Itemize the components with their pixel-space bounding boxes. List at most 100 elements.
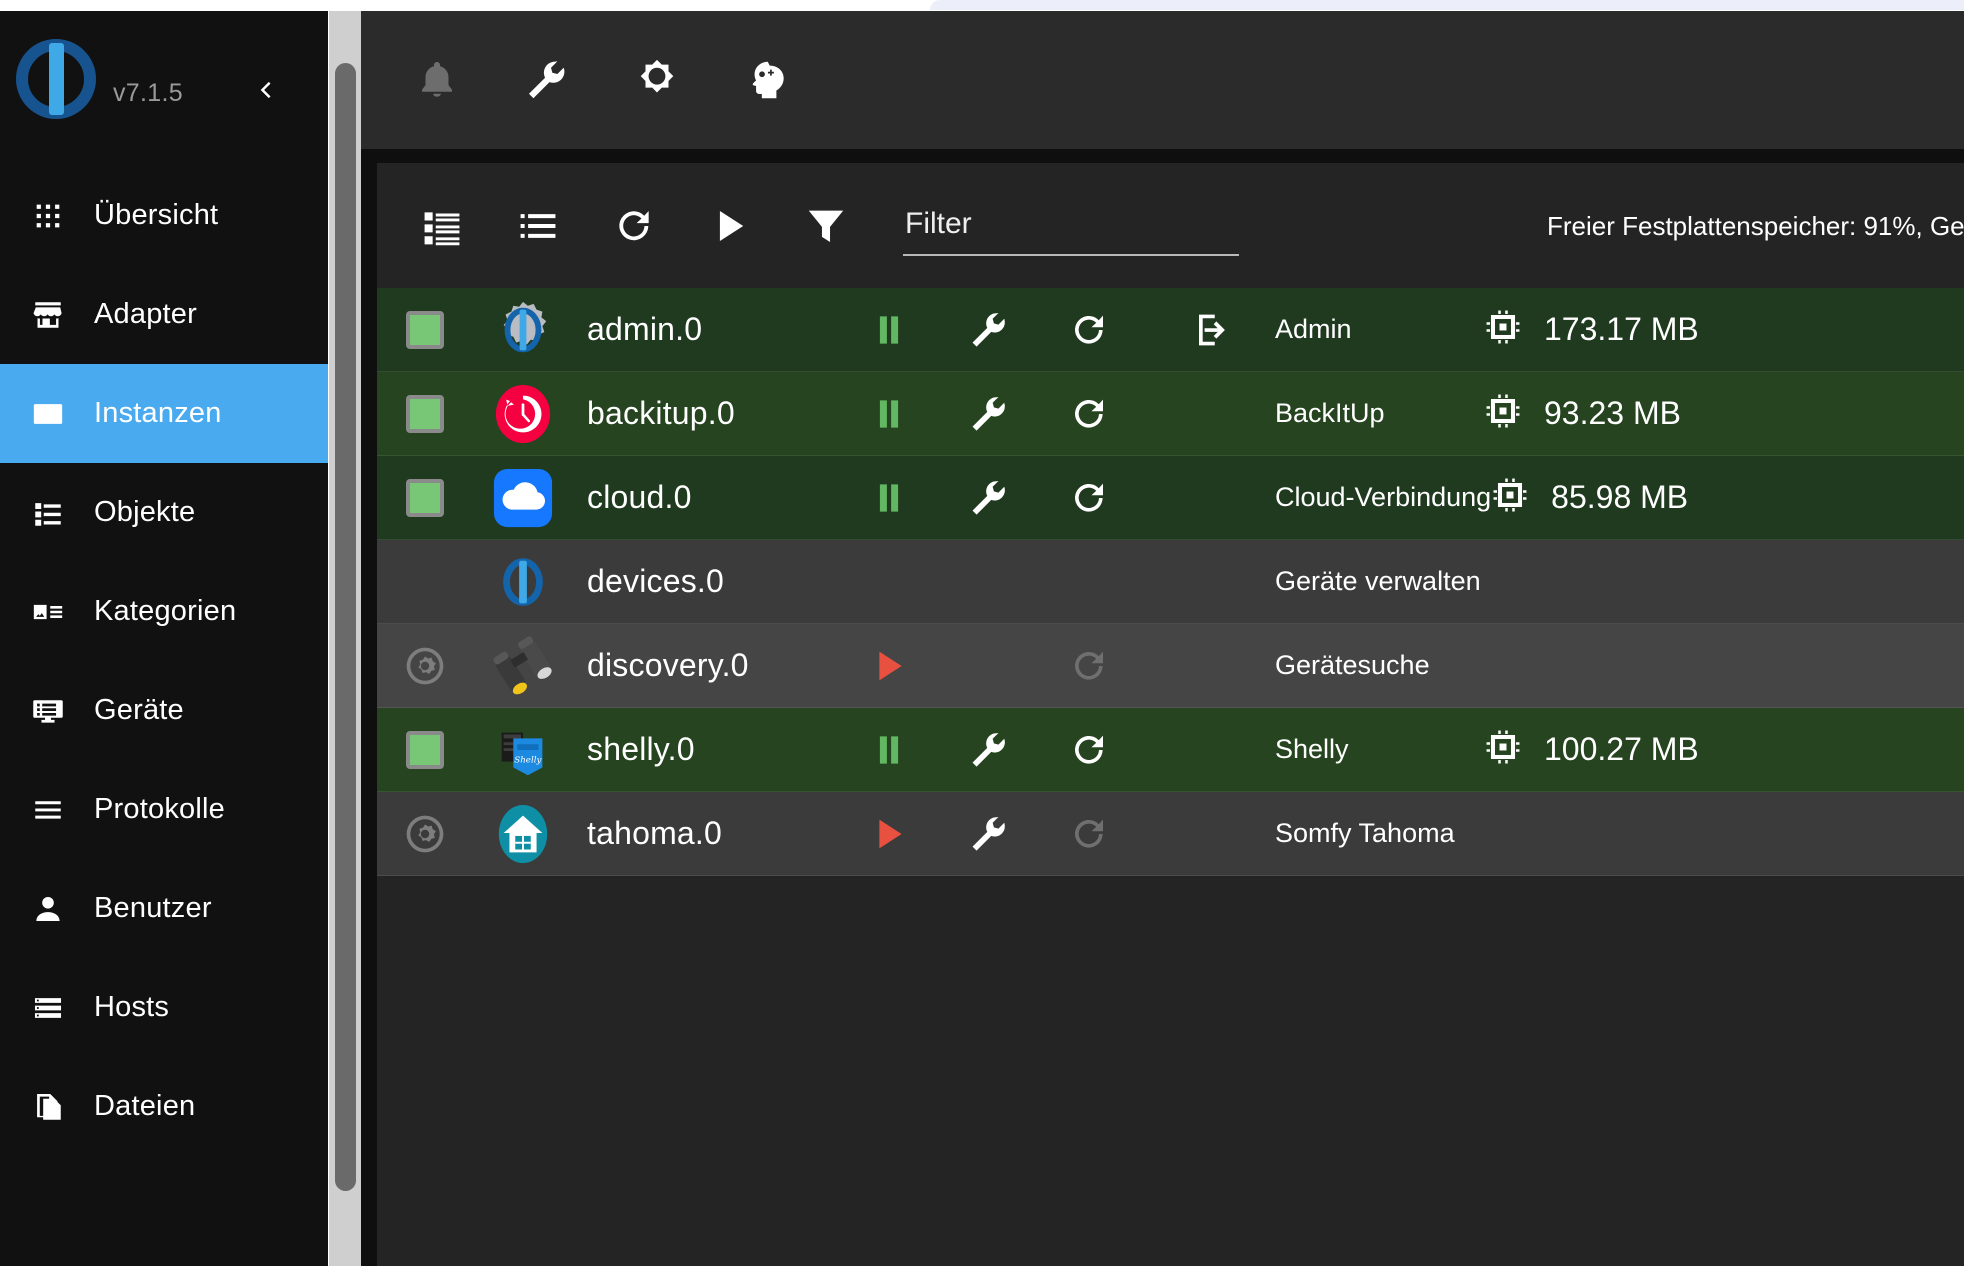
card-lines-icon [26, 392, 70, 436]
system-settings-button[interactable] [517, 50, 577, 110]
memory-cell: 93.23 MB [1484, 392, 1784, 435]
restart-button[interactable] [1063, 640, 1115, 692]
memory-cell: 100.27 MB [1484, 728, 1784, 771]
instance-id: shelly.0 [587, 731, 695, 767]
start-button[interactable] [863, 808, 915, 860]
row-actions [863, 640, 1163, 692]
restart-button[interactable] [1063, 808, 1115, 860]
filter-toggle-button[interactable] [793, 193, 859, 259]
status-cell[interactable] [377, 644, 473, 688]
start-all-button[interactable] [697, 193, 763, 259]
theme-toggle-button[interactable] [627, 50, 687, 110]
table-row[interactable]: admin.0 Admin 173.17 MB [377, 288, 1964, 372]
restart-button[interactable] [1063, 724, 1115, 776]
pause-button[interactable] [863, 724, 915, 776]
table-row[interactable]: devices.0 Geräte verwalten [377, 540, 1964, 624]
memory-value: 93.23 MB [1544, 395, 1681, 431]
instances-table: admin.0 Admin 173.17 MB backitup.0 BackI… [377, 288, 1964, 1266]
iobroker-logo-icon [503, 557, 543, 606]
adapter-icon-cell [473, 635, 573, 697]
notifications-button[interactable] [407, 50, 467, 110]
settings-button[interactable] [963, 472, 1015, 524]
settings-button[interactable] [963, 808, 1015, 860]
view-table-button[interactable] [409, 193, 475, 259]
cloud-icon [493, 468, 553, 527]
cpu-chip-icon [1484, 392, 1522, 435]
sidebar: v7.1.5 Übersicht Adapter Instanzen Objek… [0, 11, 328, 1266]
sidebar-collapse-button[interactable] [248, 73, 282, 107]
row-actions [863, 388, 1163, 440]
instance-id: devices.0 [587, 563, 724, 599]
restart-button[interactable] [1063, 388, 1115, 440]
bell-icon [422, 61, 452, 97]
sidebar-item-kategorien[interactable]: Kategorien [0, 562, 328, 661]
sidebar-item-label: Hosts [94, 991, 170, 1023]
list-compact-icon [520, 213, 556, 238]
sidebar-item-uebersicht[interactable]: Übersicht [0, 166, 328, 265]
person-icon [26, 887, 70, 931]
status-cell[interactable] [377, 310, 473, 349]
scrollbar-thumb[interactable] [335, 63, 356, 1191]
iobroker-logo-icon [16, 39, 96, 119]
list-boxes-icon [26, 491, 70, 535]
instance-id: tahoma.0 [587, 815, 723, 851]
status-stopped-gear-icon [403, 644, 447, 688]
sidebar-item-instanzen[interactable]: Instanzen [0, 364, 328, 463]
view-list-button[interactable] [505, 193, 571, 259]
instances-toolbar: Freier Festplattenspeicher: 91%, Gesamte… [377, 163, 1964, 288]
binoculars-icon [493, 635, 552, 694]
instance-id: backitup.0 [587, 395, 735, 431]
status-running-icon [406, 730, 444, 769]
sidebar-item-hosts[interactable]: Hosts [0, 958, 328, 1057]
open-instance-icon[interactable] [1187, 304, 1239, 356]
instance-title: Geräte verwalten [1275, 566, 1481, 596]
settings-button[interactable] [963, 388, 1015, 440]
restart-button[interactable] [1063, 472, 1115, 524]
server-icon [26, 986, 70, 1030]
shelly-relay-icon: Shelly [501, 732, 543, 775]
adapter-icon-cell [473, 383, 573, 445]
refresh-button[interactable] [601, 193, 667, 259]
sidebar-item-geraete[interactable]: Geräte [0, 661, 328, 760]
settings-placeholder [963, 640, 1015, 692]
status-cell[interactable] [377, 812, 473, 856]
iobroker-admin-window: v7.1.5 Übersicht Adapter Instanzen Objek… [0, 0, 1964, 1266]
pause-button[interactable] [863, 304, 915, 356]
sidebar-item-objekte[interactable]: Objekte [0, 463, 328, 562]
instance-title: Shelly [1275, 734, 1349, 764]
version-label: v7.1.5 [113, 79, 183, 107]
sidebar-item-adapter[interactable]: Adapter [0, 265, 328, 364]
image-list-icon [26, 590, 70, 634]
status-cell[interactable] [377, 730, 473, 769]
table-row[interactable]: backitup.0 BackItUp 93.23 MB [377, 372, 1964, 456]
open-link-cell[interactable] [1163, 304, 1259, 356]
table-row[interactable]: discovery.0 Gerätesuche [377, 624, 1964, 708]
table-row[interactable]: tahoma.0 Somfy Tahoma [377, 792, 1964, 876]
status-cell[interactable] [377, 394, 473, 433]
sidebar-item-dateien[interactable]: Dateien [0, 1057, 328, 1156]
instance-title: BackItUp [1275, 398, 1385, 428]
browser-tab[interactable] [930, 0, 1964, 10]
main-area: Freier Festplattenspeicher: 91%, Gesamte… [361, 11, 1964, 1266]
sidebar-item-protokolle[interactable]: Protokolle [0, 760, 328, 859]
pause-button[interactable] [863, 388, 915, 440]
restart-button[interactable] [1063, 304, 1115, 356]
play-icon [719, 210, 744, 241]
pause-button[interactable] [863, 472, 915, 524]
row-actions [863, 304, 1163, 356]
table-row[interactable]: Shelly shelly.0 Shelly 100.27 MB [377, 708, 1964, 792]
adapter-icon-cell: Shelly [473, 719, 573, 781]
filter-input[interactable] [903, 201, 1239, 256]
row-actions [863, 472, 1163, 524]
settings-button[interactable] [963, 724, 1015, 776]
table-row[interactable]: cloud.0 Cloud-Verbindung 85.98 MB [377, 456, 1964, 540]
page-scrollbar[interactable] [329, 11, 361, 1266]
settings-button[interactable] [963, 304, 1015, 356]
instance-title: Gerätesuche [1275, 650, 1430, 680]
start-button[interactable] [863, 640, 915, 692]
status-cell[interactable] [377, 478, 473, 517]
expert-mode-button[interactable] [737, 50, 797, 110]
instance-title: Cloud-Verbindung [1275, 482, 1492, 512]
sidebar-item-label: Übersicht [94, 199, 219, 231]
sidebar-item-benutzer[interactable]: Benutzer [0, 859, 328, 958]
